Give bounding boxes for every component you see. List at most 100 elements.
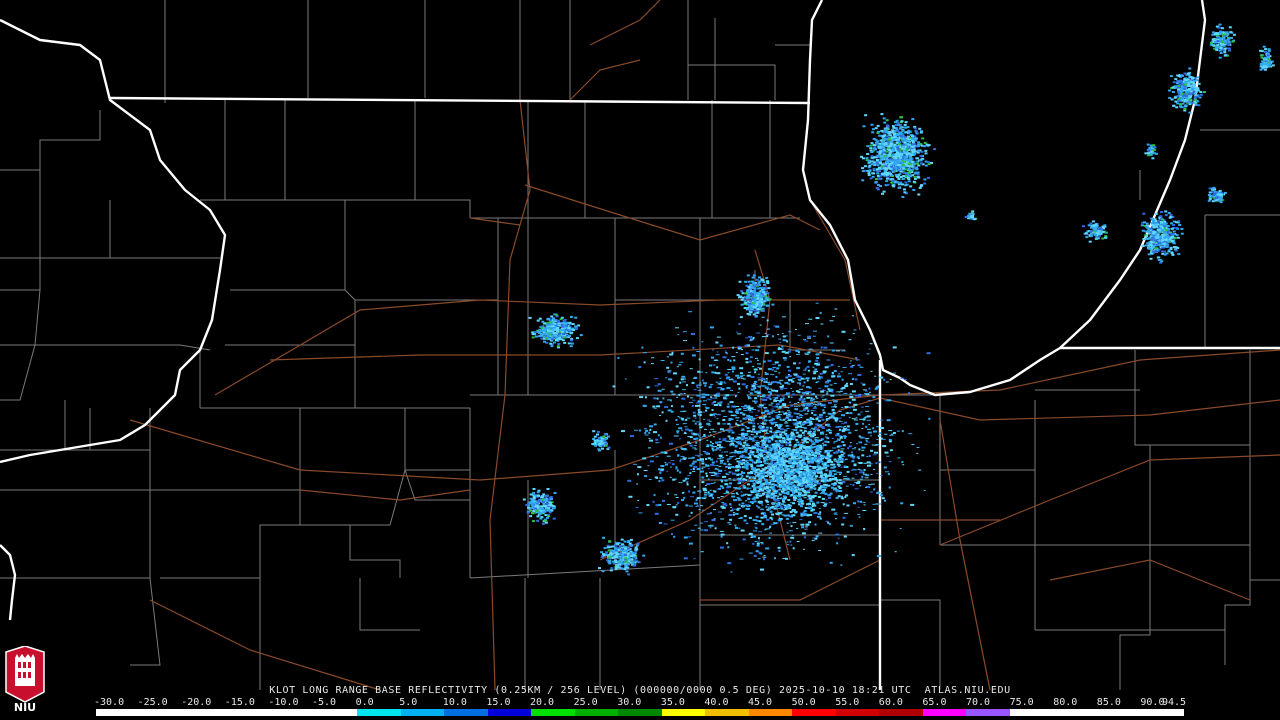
echo-pixel <box>799 415 804 417</box>
echo-pixel <box>833 482 837 485</box>
echo-pixel <box>758 436 762 439</box>
echo-pixel <box>710 503 714 505</box>
echo-pixel <box>697 413 700 416</box>
echo-pixel <box>831 375 836 378</box>
echo-pixel <box>751 417 756 420</box>
echo-pixel <box>671 393 676 395</box>
echo-pixel <box>828 401 832 404</box>
echo-pixel <box>912 189 916 191</box>
echo-pixel <box>913 143 917 146</box>
echo-pixel <box>888 154 892 157</box>
echo-pixel <box>777 505 782 507</box>
echo-pixel <box>1199 93 1203 96</box>
echo-pixel <box>771 443 775 446</box>
echo-pixel <box>882 438 886 440</box>
echo-pixel <box>705 407 709 410</box>
echo-pixel <box>729 445 732 447</box>
echo-pixel <box>742 485 746 488</box>
echo-pixel <box>894 121 898 124</box>
echo-pixel <box>740 354 744 355</box>
echo-pixel <box>738 527 741 529</box>
echo-pixel <box>831 406 834 408</box>
echo-pixel <box>735 408 738 410</box>
echo-pixel <box>807 369 810 372</box>
echo-pixel <box>841 330 846 333</box>
echo-pixel <box>734 487 738 489</box>
echo-pixel <box>866 456 869 457</box>
echo-pixel <box>712 436 715 438</box>
echo-pixel <box>872 427 875 430</box>
echo-pixel <box>796 486 800 489</box>
echo-pixel <box>807 449 811 452</box>
echo-pixel <box>909 157 913 160</box>
echo-pixel <box>1174 78 1178 81</box>
echo-pixel <box>903 191 907 194</box>
echo-pixel <box>763 555 766 557</box>
echo-pixel <box>801 391 804 393</box>
echo-pixel <box>798 493 801 496</box>
echo-pixel <box>776 417 781 419</box>
echo-pixel <box>737 482 740 485</box>
echo-pixel <box>876 140 880 143</box>
echo-pixel <box>876 172 880 175</box>
echo-pixel <box>633 463 638 465</box>
echo-pixel <box>858 435 861 438</box>
echo-pixel <box>911 141 915 144</box>
echo-pixel <box>799 410 804 412</box>
echo-pixel <box>796 416 801 419</box>
echo-pixel <box>811 540 815 542</box>
echo-pixel <box>896 175 900 178</box>
echo-pixel <box>685 419 688 421</box>
echo-pixel <box>897 178 901 180</box>
echo-pixel <box>841 441 845 443</box>
echo-pixel <box>693 389 697 391</box>
echo-pixel <box>893 372 896 374</box>
echo-pixel <box>796 451 800 454</box>
echo-pixel <box>710 512 712 514</box>
echo-pixel <box>734 458 737 460</box>
echo-pixel <box>1188 101 1192 104</box>
echo-pixel <box>755 440 759 442</box>
echo-pixel <box>876 439 879 440</box>
echo-pixel <box>1218 23 1222 26</box>
echo-pixel <box>1212 31 1215 34</box>
echo-pixel <box>775 403 780 406</box>
echo-pixel <box>710 383 714 385</box>
echo-pixel <box>792 378 796 380</box>
echo-pixel <box>648 431 651 434</box>
echo-pixel <box>850 451 853 454</box>
echo-pixel <box>789 522 792 524</box>
echo-pixel <box>824 440 828 443</box>
echo-pixel <box>752 422 756 425</box>
echo-pixel <box>758 404 762 406</box>
echo-pixel <box>660 451 665 454</box>
echo-pixel <box>819 467 823 470</box>
echo-pixel <box>837 373 840 375</box>
echo-pixel <box>694 448 698 450</box>
echo-pixel <box>1219 37 1223 40</box>
echo-pixel <box>827 441 830 444</box>
echo-pixel <box>666 356 669 358</box>
echo-pixel <box>687 536 692 538</box>
echo-pixel <box>719 383 723 385</box>
echo-pixel <box>701 476 705 479</box>
echo-pixel <box>757 405 762 407</box>
echo-pixel <box>889 158 893 161</box>
echo-pixel <box>669 476 672 478</box>
echo-pixel <box>816 501 820 504</box>
echo-pixel <box>768 537 771 539</box>
echo-pixel <box>888 152 892 155</box>
echo-pixel <box>777 479 781 482</box>
echo-pixel <box>809 480 813 482</box>
echo-pixel <box>881 135 885 138</box>
echo-pixel <box>867 174 871 177</box>
echo-pixel <box>637 499 640 501</box>
echo-pixel <box>784 479 788 482</box>
echo-pixel <box>773 435 776 438</box>
echo-pixel <box>779 473 783 476</box>
echo-pixel <box>831 508 836 511</box>
echo-pixel <box>905 131 909 134</box>
echo-pixel <box>1264 56 1267 59</box>
echo-pixel <box>665 419 668 422</box>
echo-pixel <box>789 441 792 444</box>
